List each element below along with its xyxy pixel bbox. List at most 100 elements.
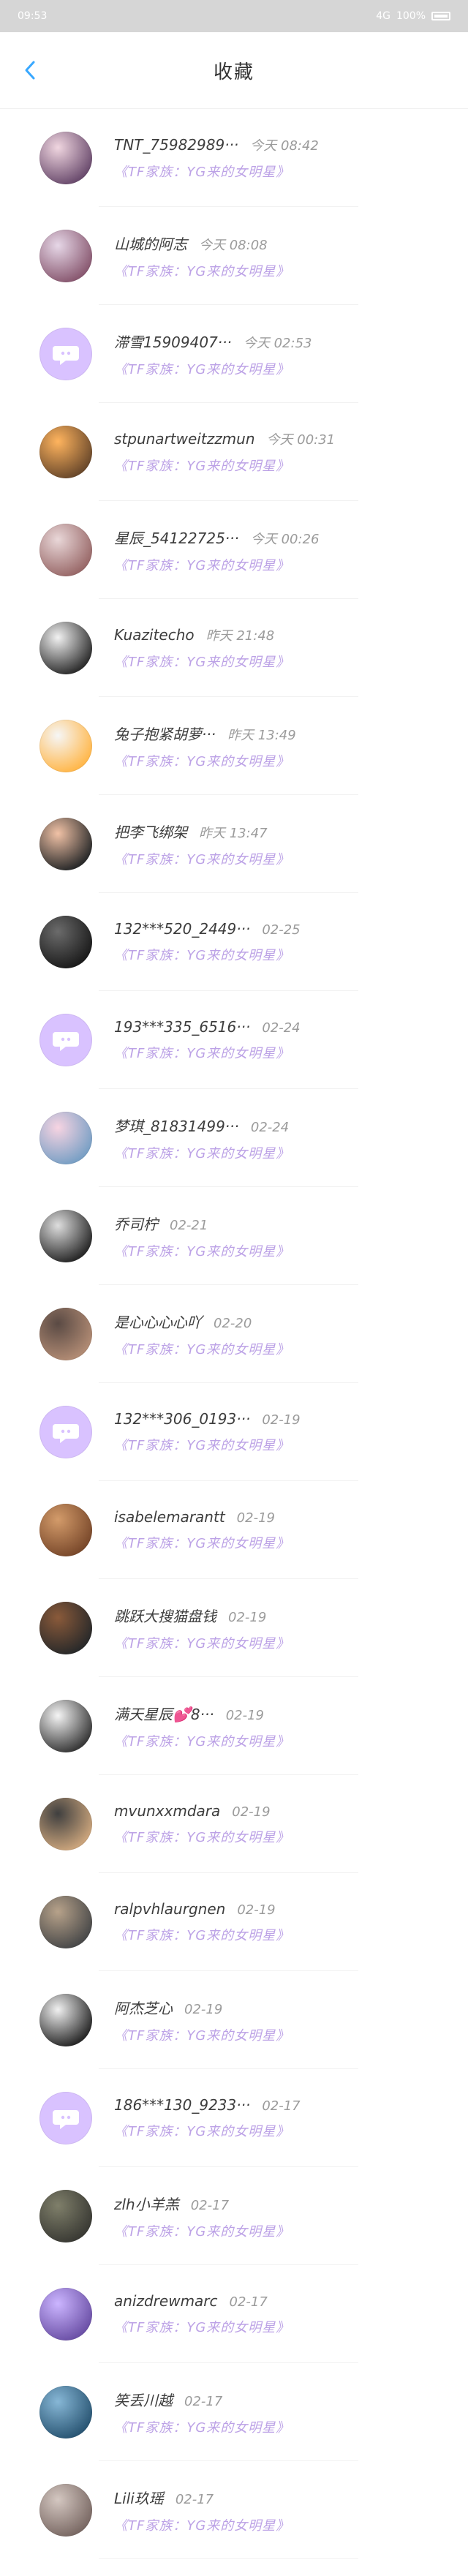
source-title[interactable]: 《TF家族：YG来的女明星》 [114, 945, 301, 964]
user-name[interactable]: TNT_75982989··· [114, 136, 238, 154]
avatar[interactable] [39, 720, 92, 772]
list-item[interactable]: 193***335_6516··· 02-24 《TF家族：YG来的女明星》 [0, 991, 468, 1089]
list-item[interactable]: 把李飞绑架 昨天 13:47 《TF家族：YG来的女明星》 [0, 795, 468, 893]
source-title[interactable]: 《TF家族：YG来的女明星》 [114, 2515, 290, 2534]
list-item[interactable]: 山城的阿志 今天 08:08 《TF家族：YG来的女明星》 [0, 207, 468, 305]
source-title[interactable]: 《TF家族：YG来的女明星》 [114, 1731, 290, 1750]
list-item[interactable]: TNT_75982989··· 今天 08:42 《TF家族：YG来的女明星》 [0, 109, 468, 207]
avatar[interactable] [39, 132, 92, 184]
list-item[interactable]: 阿杰芝心 02-19 《TF家族：YG来的女明星》 [0, 1971, 468, 2069]
source-title[interactable]: 《TF家族：YG来的女明星》 [114, 1339, 290, 1358]
source-title[interactable]: 《TF家族：YG来的女明星》 [114, 1143, 290, 1162]
avatar[interactable] [39, 622, 92, 674]
list-item[interactable]: 是心心心心吖 02-20 《TF家族：YG来的女明星》 [0, 1285, 468, 1383]
source-title[interactable]: 《TF家族：YG来的女明星》 [114, 2317, 290, 2336]
list-item[interactable]: 笑丢川越 02-17 《TF家族：YG来的女明星》 [0, 2363, 468, 2461]
list-item[interactable]: isabelemarantt 02-19 《TF家族：YG来的女明星》 [0, 1481, 468, 1579]
source-title[interactable]: 《TF家族：YG来的女明星》 [114, 1633, 290, 1652]
source-title[interactable]: 《TF家族：YG来的女明星》 [114, 1827, 290, 1846]
avatar[interactable] [39, 1700, 92, 1752]
source-title[interactable]: 《TF家族：YG来的女明星》 [114, 162, 319, 181]
list-item[interactable]: 兔子抱紧胡萝··· 昨天 13:49 《TF家族：YG来的女明星》 [0, 697, 468, 795]
user-name[interactable]: isabelemarantt [114, 1508, 225, 1526]
user-name[interactable]: 满天星辰💕8··· [114, 1703, 214, 1724]
avatar[interactable] [39, 1308, 92, 1360]
list-item[interactable]: 186***130_9233··· 02-17 《TF家族：YG来的女明星》 [0, 2069, 468, 2167]
source-title[interactable]: 《TF家族：YG来的女明星》 [114, 1241, 290, 1260]
user-name[interactable]: 星辰_54122725··· [114, 527, 239, 548]
avatar[interactable] [39, 916, 92, 968]
list-item[interactable]: 132***520_2449··· 02-25 《TF家族：YG来的女明星》 [0, 893, 468, 991]
list-item[interactable]: 乔司柠 02-21 《TF家族：YG来的女明星》 [0, 1187, 468, 1285]
source-title[interactable]: 《TF家族：YG来的女明星》 [114, 2221, 290, 2240]
list-item[interactable]: stpunartweitzzmun 今天 00:31 《TF家族：YG来的女明星》 [0, 403, 468, 501]
avatar[interactable] [39, 1014, 92, 1066]
user-name[interactable]: stpunartweitzzmun [114, 430, 255, 448]
avatar[interactable] [39, 524, 92, 576]
source-title[interactable]: 《TF家族：YG来的女明星》 [114, 849, 290, 868]
avatar[interactable] [39, 2386, 92, 2438]
list-item[interactable]: Lili玖瑶 02-17 《TF家族：YG来的女明星》 [0, 2461, 468, 2559]
user-name[interactable]: 阿杰芝心 [114, 1997, 173, 2018]
list-item[interactable]: 跳跃大搜猫盘钱 02-19 《TF家族：YG来的女明星》 [0, 1579, 468, 1677]
list-item[interactable]: Kuazitecho 昨天 21:48 《TF家族：YG来的女明星》 [0, 599, 468, 697]
user-name[interactable]: 滞雪15909407··· [114, 331, 232, 352]
avatar[interactable] [39, 426, 92, 478]
source-title[interactable]: 《TF家族：YG来的女明星》 [114, 261, 290, 280]
user-name[interactable]: 是心心心心吖 [114, 1311, 202, 1332]
list-item[interactable]: 滞雪15909407··· 今天 02:53 《TF家族：YG来的女明星》 [0, 305, 468, 403]
list-item[interactable]: 星辰_54122725··· 今天 00:26 《TF家族：YG来的女明星》 [0, 501, 468, 599]
source-title[interactable]: 《TF家族：YG来的女明星》 [114, 751, 296, 770]
avatar[interactable] [39, 328, 92, 380]
user-name[interactable]: mvunxxmdara [114, 1802, 220, 1820]
user-name[interactable]: zlh小羊羔 [114, 2193, 179, 2214]
source-title[interactable]: 《TF家族：YG来的女明星》 [114, 1435, 301, 1454]
source-title[interactable]: 《TF家族：YG来的女明星》 [114, 2025, 290, 2044]
user-name[interactable]: 笑丢川越 [114, 2389, 173, 2410]
avatar[interactable] [39, 2092, 92, 2144]
list-item[interactable]: anizdrewmarc 02-17 《TF家族：YG来的女明星》 [0, 2265, 468, 2363]
user-name[interactable]: 132***520_2449··· [114, 920, 250, 938]
source-title[interactable]: 《TF家族：YG来的女明星》 [114, 1925, 290, 1944]
user-name[interactable]: 梦琪_81831499··· [114, 1115, 239, 1136]
source-title[interactable]: 《TF家族：YG来的女明星》 [114, 359, 312, 378]
avatar[interactable] [39, 230, 92, 282]
user-name[interactable]: 186***130_9233··· [114, 2096, 250, 2114]
avatar[interactable] [39, 2288, 92, 2340]
user-name[interactable]: 193***335_6516··· [114, 1018, 250, 1036]
list-item[interactable]: 132***306_0193··· 02-19 《TF家族：YG来的女明星》 [0, 1383, 468, 1481]
source-title[interactable]: 《TF家族：YG来的女明星》 [114, 456, 335, 475]
user-name[interactable]: 132***306_0193··· [114, 1410, 250, 1428]
source-title[interactable]: 《TF家族：YG来的女明星》 [114, 555, 319, 574]
avatar[interactable] [39, 2484, 92, 2537]
source-title[interactable]: 《TF家族：YG来的女明星》 [114, 652, 290, 671]
list-item[interactable]: mvunxxmdara 02-19 《TF家族：YG来的女明星》 [0, 1775, 468, 1873]
list-item[interactable]: zlh小羊羔 02-17 《TF家族：YG来的女明星》 [0, 2167, 468, 2265]
avatar[interactable] [39, 1504, 92, 1556]
source-title[interactable]: 《TF家族：YG来的女明星》 [114, 2417, 290, 2436]
back-button[interactable] [18, 59, 41, 82]
user-name[interactable]: Kuazitecho [114, 626, 195, 644]
avatar[interactable] [39, 1602, 92, 1654]
user-name[interactable]: 乔司柠 [114, 1213, 158, 1234]
user-name[interactable]: 把李飞绑架 [114, 821, 187, 842]
list-item[interactable]: 满天星辰💕8··· 02-19 《TF家族：YG来的女明星》 [0, 1677, 468, 1775]
avatar[interactable] [39, 1406, 92, 1458]
source-title[interactable]: 《TF家族：YG来的女明星》 [114, 1043, 301, 1062]
avatar[interactable] [39, 1798, 92, 1850]
user-name[interactable]: Lili玖瑶 [114, 2487, 164, 2508]
avatar[interactable] [39, 1210, 92, 1262]
list-item[interactable]: ralpvhlaurgnen 02-19 《TF家族：YG来的女明星》 [0, 1873, 468, 1971]
avatar[interactable] [39, 818, 92, 870]
user-name[interactable]: ralpvhlaurgnen [114, 1900, 225, 1918]
user-name[interactable]: 山城的阿志 [114, 233, 187, 254]
avatar[interactable] [39, 1896, 92, 1948]
user-name[interactable]: 兔子抱紧胡萝··· [114, 723, 216, 744]
source-title[interactable]: 《TF家族：YG来的女明星》 [114, 2121, 301, 2140]
avatar[interactable] [39, 1994, 92, 2046]
list-item[interactable]: 梦琪_81831499··· 02-24 《TF家族：YG来的女明星》 [0, 1089, 468, 1187]
avatar[interactable] [39, 2190, 92, 2242]
source-title[interactable]: 《TF家族：YG来的女明星》 [114, 1533, 290, 1552]
user-name[interactable]: 跳跃大搜猫盘钱 [114, 1605, 216, 1626]
user-name[interactable]: anizdrewmarc [114, 2292, 218, 2310]
